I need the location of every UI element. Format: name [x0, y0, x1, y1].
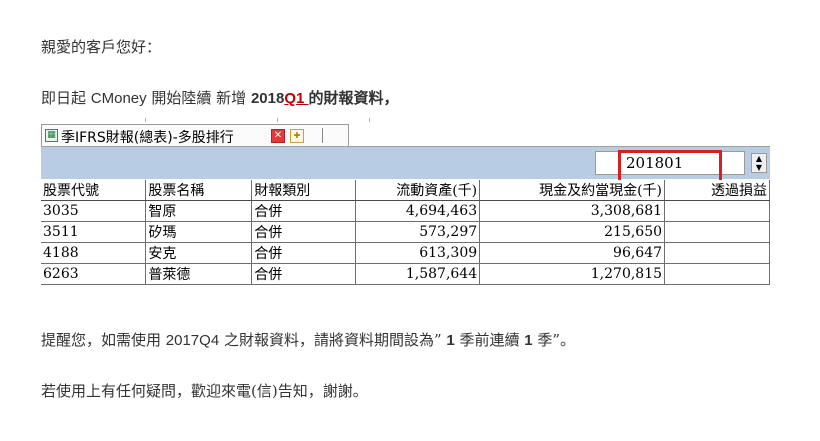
tab-label: 季IFRS財報(總表)-多股排行 — [61, 130, 234, 146]
tab-separator — [322, 128, 323, 143]
cell-report-type[interactable]: 合併 — [251, 263, 357, 285]
cell-current-assets[interactable]: 613,309 — [355, 242, 481, 264]
cell-cash[interactable]: 215,650 — [479, 221, 666, 243]
intro-prefix: 即日起 — [41, 89, 91, 107]
spreadsheet-icon: ▦ — [45, 129, 58, 142]
cell-fvtpl[interactable] — [664, 221, 770, 243]
spinner-up-icon[interactable]: ▲ — [752, 154, 766, 163]
col-header-stock-code[interactable]: 股票代號 — [41, 180, 147, 201]
cell-current-assets[interactable]: 573,297 — [355, 221, 481, 243]
period-spinner[interactable]: ▲ ▼ — [751, 153, 767, 173]
cell-stock-name[interactable]: 安克 — [145, 242, 253, 264]
tab-bar: ▦ 季IFRS財報(總表)-多股排行 ✕ ✚ — [41, 122, 770, 147]
embedded-app-screenshot: ▦ 季IFRS財報(總表)-多股排行 ✕ ✚ 201801 ▲ ▼ 股票代號 股… — [41, 118, 770, 294]
table-row[interactable]: 4188 安克 合併 613,309 96,647 — [41, 242, 770, 264]
reminder-period: 2017Q4 — [165, 332, 220, 349]
spinner-down-icon[interactable]: ▼ — [752, 163, 766, 172]
cell-stock-name[interactable]: 矽瑪 — [145, 221, 253, 243]
table-row[interactable]: 3511 矽瑪 合併 573,297 215,650 — [41, 221, 770, 243]
reminder-setting-2: 1 — [524, 332, 533, 349]
cell-stock-code[interactable]: 4188 — [41, 242, 147, 264]
cell-cash[interactable]: 3,308,681 — [479, 200, 666, 222]
cell-current-assets[interactable]: 4,694,463 — [355, 200, 481, 222]
cell-cash[interactable]: 1,270,815 — [479, 263, 666, 285]
period-toolbar: 201801 ▲ ▼ — [41, 147, 770, 184]
financial-grid: 股票代號 股票名稱 財報類別 流動資產(千) 現金及約當現金(千) 透過損益 3… — [41, 180, 770, 285]
greeting-text: 親愛的客戶您好： — [41, 38, 162, 56]
cell-stock-code[interactable]: 3035 — [41, 200, 147, 222]
cell-report-type[interactable]: 合併 — [251, 200, 357, 222]
intro-brand: CMoney — [90, 90, 147, 107]
reminder-quote-close: ”。 — [552, 331, 576, 349]
col-header-current-assets[interactable]: 流動資產(千) — [355, 180, 481, 201]
col-header-cash[interactable]: 現金及約當現金(千) — [479, 180, 666, 201]
intro-suffix: 的財報資料， — [308, 89, 399, 107]
col-header-fvtpl[interactable]: 透過損益 — [664, 180, 770, 201]
cell-fvtpl[interactable] — [664, 200, 770, 222]
tab-multi-stock-ranking[interactable]: ▦ 季IFRS財報(總表)-多股排行 ✕ ✚ — [41, 124, 349, 146]
col-header-report-type[interactable]: 財報類別 — [251, 180, 357, 201]
reminder-quote-open: ” — [433, 331, 447, 349]
cell-stock-code[interactable]: 3511 — [41, 221, 147, 243]
reminder-setting-mid: 季前連續 — [454, 331, 525, 349]
reminder-setting-1: 1 — [446, 332, 455, 349]
reminder-mid: 之財報資料，請將資料期間設為 — [219, 331, 434, 349]
contact-text: 若使用上有任何疑問，歡迎來電(信)告知，謝謝。 — [41, 382, 368, 400]
cell-report-type[interactable]: 合併 — [251, 242, 357, 264]
table-row[interactable]: 6263 普萊德 合併 1,587,644 1,270,815 — [41, 263, 770, 285]
cell-stock-name[interactable]: 普萊德 — [145, 263, 253, 285]
reminder-setting-end: 季 — [532, 331, 553, 349]
cell-cash[interactable]: 96,647 — [479, 242, 666, 264]
table-row[interactable]: 3035 智原 合併 4,694,463 3,308,681 — [41, 200, 770, 222]
intro-mid: 開始陸續 新增 — [146, 89, 251, 107]
intro-text: 即日起 CMoney 開始陸續 新增 2018Q1 的財報資料， — [41, 87, 399, 108]
intro-quarter: Q1 — [284, 90, 309, 107]
new-tab-icon[interactable]: ✚ — [290, 129, 304, 143]
close-icon[interactable]: ✕ — [271, 129, 285, 143]
cell-report-type[interactable]: 合併 — [251, 221, 357, 243]
cell-stock-code[interactable]: 6263 — [41, 263, 147, 285]
reminder-text: 提醒您，如需使用 2017Q4 之財報資料，請將資料期間設為” 1 季前連續 1… — [41, 329, 575, 350]
cell-current-assets[interactable]: 1,587,644 — [355, 263, 481, 285]
cell-fvtpl[interactable] — [664, 242, 770, 264]
intro-year: 2018 — [250, 90, 285, 107]
col-header-stock-name[interactable]: 股票名稱 — [145, 180, 253, 201]
cell-stock-name[interactable]: 智原 — [145, 200, 253, 222]
period-highlight-box — [618, 150, 722, 184]
grid-header-row: 股票代號 股票名稱 財報類別 流動資產(千) 現金及約當現金(千) 透過損益 — [41, 180, 770, 201]
cell-fvtpl[interactable] — [664, 263, 770, 285]
reminder-prefix: 提醒您，如需使用 — [41, 331, 166, 349]
